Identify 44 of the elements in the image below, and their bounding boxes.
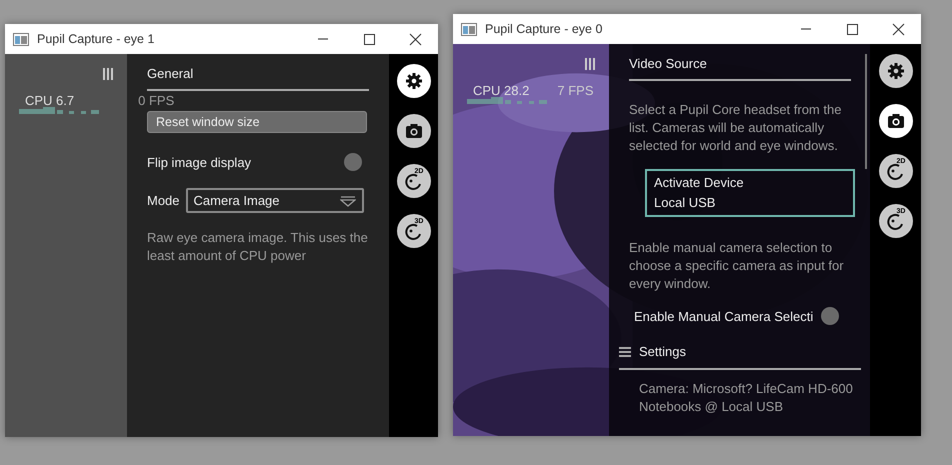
mode-dropdown[interactable]: Camera Image [186,188,364,213]
switch-label: Enable Manual Camera Selecti [634,308,814,326]
cpu-label: CPU 28.2 [473,83,530,98]
menu-handle-icon[interactable] [103,68,113,80]
maximize-icon [846,22,858,36]
menu-handle-icon[interactable] [585,58,595,70]
menu-icon[interactable] [619,346,631,357]
maximize-icon [362,32,376,46]
cpu-label: CPU 6.7 [25,93,74,108]
app-icon [13,32,29,46]
reset-button[interactable]: Reset window size [147,110,367,132]
eye-curve-icon [404,172,422,190]
switch-label: Flip image display [147,154,252,172]
section-title[interactable]: Settings [639,342,686,362]
settings-button[interactable] [396,64,430,98]
description-text: Enable manual camera selection to choose a specific camera as input for every window. [629,238,845,292]
close-icon [892,22,904,36]
scrollbar[interactable] [865,54,867,169]
window-title: Pupil Capture - eye 1 [37,30,154,48]
eye-curve-icon [404,222,422,240]
camera-button[interactable] [396,114,430,148]
close-icon [408,32,422,46]
menu-title: Video Source [629,54,851,80]
menu-title: General [147,64,369,90]
description-text: Raw eye camera image. This uses the least amount of CPU power [147,229,369,265]
app-icon [461,22,477,36]
toggle-switch[interactable] [344,153,362,172]
description-text: Select a Pupil Core headset from the list. Cameras will be automatically selected for world and eye windows. [629,100,842,154]
fps-label: 7 FPS [557,82,594,100]
camera-icon [886,112,904,130]
settings-button[interactable] [878,54,912,88]
camera-icon [404,122,422,140]
select-label: Mode [147,192,180,210]
fps-label: 0 FPS [138,92,174,110]
gear-icon [886,62,904,80]
toggle-switch[interactable] [821,307,839,326]
camera-info: Camera: Microsoft? LifeCam HD-600 Notebooks @ Local USB [639,380,854,416]
camera-button[interactable] [878,104,912,138]
gear-icon [404,72,422,90]
window-title: Pupil Capture - eye 0 [485,20,602,38]
eye-curve-icon [886,162,904,180]
eye-curve-icon [886,212,904,230]
device-selector[interactable]: Activate Device Local USB [645,168,855,216]
caret-icon [340,194,356,206]
